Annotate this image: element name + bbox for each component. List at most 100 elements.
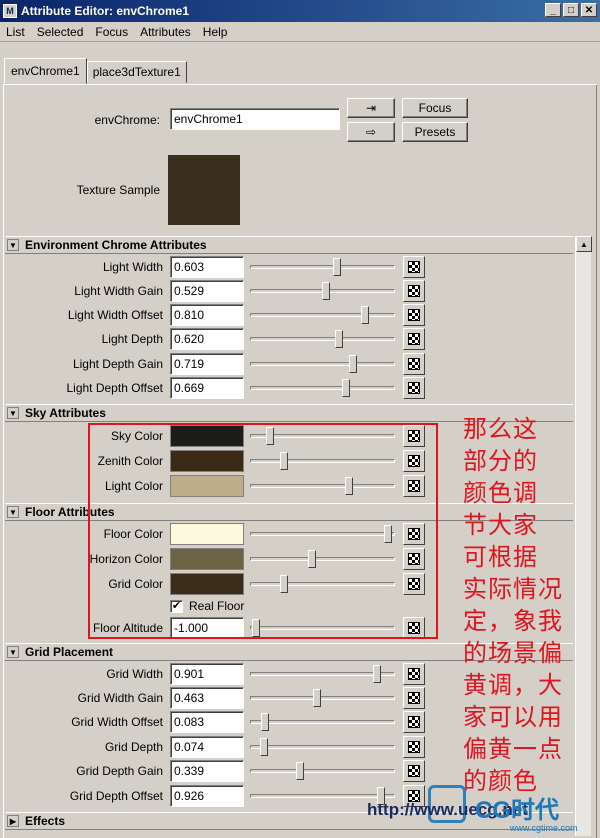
menu-help[interactable]: Help [197,25,234,39]
grid-width-gain-checker-icon [408,692,420,704]
menu-list[interactable]: List [0,25,31,39]
grid-width-gain-map-button[interactable] [403,687,425,709]
grid-width-offset-slider-track [250,720,395,724]
light-width-offset-slider-thumb[interactable] [360,306,369,324]
grid-depth-offset-slider-track [250,794,395,798]
light-depth-slider-track [250,337,395,341]
grid-depth-gain-label: Grid Depth Gain [76,764,163,778]
light-depth-gain-checker-icon [408,358,420,370]
annotation-line: 部分的 [463,447,538,475]
light-width-gain-field[interactable]: 0.529 [170,280,244,302]
annotation-line: 定，象我 [463,607,563,635]
grid-width-checker-icon [408,668,420,680]
tab-place3dtexture1[interactable]: place3dTexture1 [86,61,187,83]
annotation-line: 家可以用 [463,703,563,731]
grid-width-offset-checker-icon [408,716,420,728]
node-name-field[interactable]: envChrome1 [170,108,340,130]
light-depth-slider[interactable] [250,328,395,350]
light-depth-label: Light Depth [101,332,163,346]
light-depth-gain-field[interactable]: 0.719 [170,353,244,375]
light-width-offset-field[interactable]: 0.810 [170,304,244,326]
light-depth-offset-field[interactable]: 0.669 [170,377,244,399]
light-depth-gain-slider[interactable] [250,353,395,375]
grid-width-gain-slider-thumb[interactable] [313,689,322,707]
grid-depth-gain-map-button[interactable] [403,760,425,782]
output-arrow-icon: ⇨ [365,125,377,139]
tab-envchrome1[interactable]: envChrome1 [4,58,87,84]
light-width-gain-slider-thumb[interactable] [322,282,331,300]
light-width-gain-slider[interactable] [250,280,395,302]
grid-width-offset-map-button[interactable] [403,711,425,733]
menu-selected[interactable]: Selected [31,25,90,39]
grid-width-label: Grid Width [106,667,163,681]
light-width-map-button[interactable] [403,256,425,278]
focus-button[interactable]: Focus [402,98,468,118]
output-connection-button[interactable]: ⇨ [347,122,395,142]
grid-depth-gain-slider[interactable] [250,760,395,782]
light-width-field[interactable]: 0.603 [170,256,244,278]
maximize-button[interactable]: □ [563,3,579,17]
light-depth-gain-slider-track [250,362,395,366]
grid-depth-field[interactable]: 0.074 [170,736,244,758]
annotation-line: 节大家 [463,511,538,539]
grid-depth-map-button[interactable] [403,736,425,758]
watermark-brand: CG时代 [475,797,559,824]
input-connection-button[interactable]: ⇥ [347,98,395,118]
light-width-offset-slider-track [250,313,395,317]
grid-depth-gain-field[interactable]: 0.339 [170,760,244,782]
grid-width-map-button[interactable] [403,663,425,685]
light-width-offset-map-button[interactable] [403,304,425,326]
light-width-slider[interactable] [250,256,395,278]
light-width-slider-track [250,265,395,269]
maya-app-icon: M [3,4,17,18]
grid-depth-gain-slider-thumb[interactable] [296,762,305,780]
grid-depth-checker-icon [408,741,420,753]
light-depth-slider-thumb[interactable] [334,330,343,348]
annotation-line: 可根据 [463,543,538,571]
title-bar: M Attribute Editor: envChrome1 _ □ ✕ [0,0,600,22]
grid-width-gain-slider[interactable] [250,687,395,709]
light-depth-gain-slider-thumb[interactable] [348,355,357,373]
texture-sample-label: Texture Sample [76,183,160,197]
grid-depth-label: Grid Depth [104,740,163,754]
grid-depth-slider[interactable] [250,736,395,758]
grid-width-offset-slider[interactable] [250,711,395,733]
annotation-line: 偏黄一点 [463,735,563,763]
light-depth-checker-icon [408,333,420,345]
light-depth-field[interactable]: 0.620 [170,328,244,350]
scroll-up-arrow[interactable]: ▲ [576,236,592,252]
grid-depth-slider-track [250,745,395,749]
light-depth-map-button[interactable] [403,328,425,350]
grid-width-slider-thumb[interactable] [373,665,382,683]
menu-focus[interactable]: Focus [89,25,134,39]
grid-depth-gain-slider-track [250,769,395,773]
grid-width-field[interactable]: 0.901 [170,663,244,685]
grid-width-gain-field[interactable]: 0.463 [170,687,244,709]
input-arrow-icon: ⇥ [365,101,377,115]
grid-depth-slider-thumb[interactable] [260,738,269,756]
grid-depth-offset-field[interactable]: 0.926 [170,785,244,807]
light-width-slider-thumb[interactable] [332,258,341,276]
menu-attributes[interactable]: Attributes [134,25,197,39]
collapse-icon: ▼ [7,646,19,658]
light-depth-offset-slider[interactable] [250,377,395,399]
grid-width-slider[interactable] [250,663,395,685]
presets-button[interactable]: Presets [402,122,468,142]
light-width-gain-label: Light Width Gain [74,284,163,298]
light-width-label: Light Width [102,260,163,274]
light-width-offset-slider[interactable] [250,304,395,326]
light-depth-gain-map-button[interactable] [403,353,425,375]
grid-width-gain-label: Grid Width Gain [77,691,163,705]
close-button[interactable]: ✕ [581,3,597,17]
grid-width-offset-field[interactable]: 0.083 [170,711,244,733]
grid-width-offset-label: Grid Width Offset [71,715,163,729]
section-environment-chrome[interactable]: ▼ Environment Chrome Attributes [5,236,573,254]
menu-bar: List Selected Focus Attributes Help [0,22,600,42]
collapse-icon: ▼ [7,239,19,251]
grid-width-offset-slider-thumb[interactable] [261,713,270,731]
light-depth-offset-map-button[interactable] [403,377,425,399]
light-width-gain-map-button[interactable] [403,280,425,302]
annotation-line: 的场景偏 [463,639,563,667]
light-depth-offset-slider-thumb[interactable] [341,379,350,397]
minimize-button[interactable]: _ [545,3,561,17]
